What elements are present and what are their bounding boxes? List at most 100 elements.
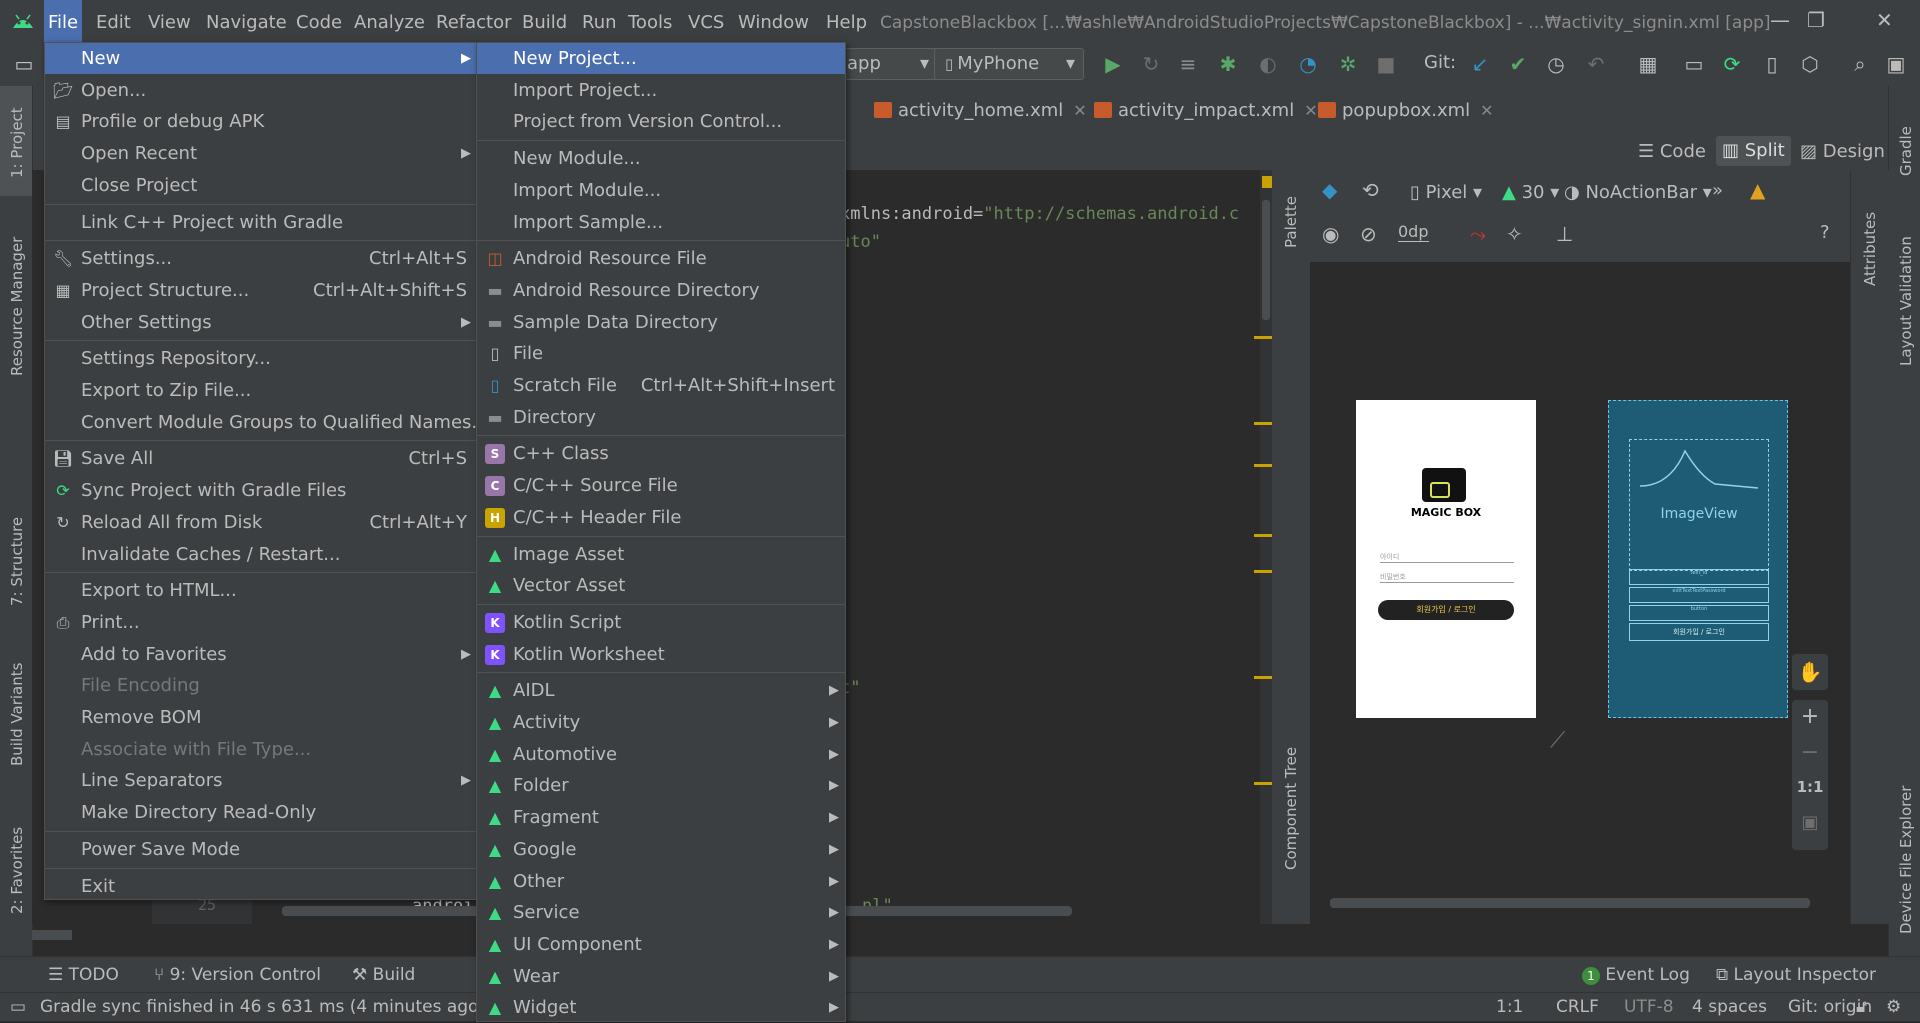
apply-changes-icon[interactable]: ≡ xyxy=(1176,52,1200,76)
device-selector[interactable]: ▯ MyPhone ▾ xyxy=(934,48,1084,80)
build-tool-button[interactable]: ⚒ Build xyxy=(352,965,415,985)
search-icon[interactable]: ⌕ xyxy=(1848,52,1872,76)
pan-tool-icon[interactable]: ✋ xyxy=(1792,654,1828,690)
blueprint-preview[interactable]: ImageView text_id editTextTextPassword b… xyxy=(1608,400,1788,718)
open-folder-icon[interactable]: ▭ xyxy=(12,52,36,76)
menu-item-google[interactable]: ▲ Google ▶ xyxy=(477,834,845,865)
api-dropdown[interactable]: ▲ 30 ▾ xyxy=(1502,182,1559,203)
menu-item-open-recent[interactable]: Open Recent ▶ xyxy=(45,138,477,169)
menu-item-save-all[interactable]: 💾︎ Save All Ctrl+S xyxy=(45,443,477,474)
event-log-button[interactable]: 1 Event Log xyxy=(1582,965,1690,985)
palette-label[interactable]: Palette xyxy=(1282,196,1300,248)
menu-vcs[interactable]: VCS xyxy=(684,0,728,42)
menu-item-export-to-html[interactable]: Export to HTML... xyxy=(45,575,477,606)
magnet-icon[interactable]: ⊘ xyxy=(1360,222,1377,246)
menu-item-new-module[interactable]: New Module... xyxy=(477,143,845,174)
warning-marker[interactable] xyxy=(1254,676,1274,679)
git-commit-icon[interactable]: ✔ xyxy=(1506,52,1530,76)
debug-icon[interactable]: ✱ xyxy=(1216,52,1240,76)
menu-item-c-c-source-file[interactable]: C C/C++ Source File xyxy=(477,470,845,501)
zoom-actual-size-button[interactable]: 1:1 xyxy=(1792,778,1828,796)
build-variants-label[interactable]: Build Variants xyxy=(8,663,26,766)
stop-icon[interactable]: ■ xyxy=(1374,52,1398,76)
menu-item-import-sample[interactable]: Import Sample... xyxy=(477,207,845,238)
resize-handle-icon[interactable]: ⟋ xyxy=(1550,728,1565,753)
menu-item-c-c-header-file[interactable]: H C/C++ Header File xyxy=(477,502,845,533)
minimize-button[interactable]: — xyxy=(1770,8,1790,32)
menu-item-fragment[interactable]: ▲ Fragment ▶ xyxy=(477,802,845,833)
sdk-manager-icon[interactable]: ⬡ xyxy=(1798,52,1822,76)
toggle-tool-windows-icon[interactable]: ▭ xyxy=(10,997,26,1017)
warning-marker-icon[interactable] xyxy=(1262,176,1272,188)
zoom-in-button[interactable]: + xyxy=(1792,704,1828,729)
layout-validation-label[interactable]: Layout Validation xyxy=(1897,236,1915,366)
restore-button[interactable]: ❐ xyxy=(1807,8,1825,32)
rerun-icon[interactable]: ↻ xyxy=(1139,52,1163,76)
close-tab-icon[interactable]: ✕ xyxy=(1073,101,1086,120)
menu-view[interactable]: View xyxy=(144,0,195,42)
menu-item-other[interactable]: ▲ Other ▶ xyxy=(477,866,845,897)
menu-refactor[interactable]: Refactor xyxy=(432,0,516,42)
menu-item-line-separators[interactable]: Line Separators ▶ xyxy=(45,765,477,796)
menu-item-image-asset[interactable]: ▲ Image Asset xyxy=(477,539,845,570)
menu-item-scratch-file[interactable]: ▯ Scratch File Ctrl+Alt+Shift+Insert xyxy=(477,370,845,401)
menu-item-sync-project-with-gradle-files[interactable]: ⟳ Sync Project with Gradle Files xyxy=(45,475,477,506)
menu-item-widget[interactable]: ▲ Widget ▶ xyxy=(477,992,845,1023)
clear-constraints-icon[interactable]: ⤳ xyxy=(1470,222,1486,246)
warning-marker[interactable] xyxy=(1254,422,1274,425)
design-mode-button[interactable]: ▨ Design xyxy=(1800,138,1885,166)
menu-help[interactable]: Help xyxy=(822,0,871,42)
module-selector[interactable]: app ▾ xyxy=(836,48,938,80)
menu-item-settings[interactable]: 🔧︎ Settings... Ctrl+Alt+S xyxy=(45,243,477,274)
close-window-button[interactable]: ✕ xyxy=(1876,8,1893,32)
menu-item-exit[interactable]: Exit xyxy=(45,871,477,902)
menu-item-service[interactable]: ▲ Service ▶ xyxy=(477,897,845,928)
menu-item-open[interactable]: 📂︎ Open... xyxy=(45,75,477,106)
menu-file[interactable]: File xyxy=(44,0,83,42)
favorites-label[interactable]: 2: Favorites xyxy=(8,827,26,914)
menu-edit[interactable]: Edit xyxy=(92,0,135,42)
menu-item-reload-all-from-disk[interactable]: ↻ Reload All from Disk Ctrl+Alt+Y xyxy=(45,507,477,538)
default-margin-field[interactable]: 0dp xyxy=(1398,222,1429,242)
device-dropdown[interactable]: ▯ Pixel ▾ xyxy=(1410,182,1482,203)
menu-item-file[interactable]: ▯ File xyxy=(477,338,845,369)
file-encoding[interactable]: UTF-8 xyxy=(1624,997,1674,1017)
menu-item-folder[interactable]: ▲ Folder ▶ xyxy=(477,770,845,801)
menu-analyze[interactable]: Analyze xyxy=(350,0,429,42)
device-file-explorer-label[interactable]: Device File Explorer xyxy=(1897,786,1915,934)
menu-item-aidl[interactable]: ▲ AIDL ▶ xyxy=(477,675,845,706)
attach-process-icon[interactable]: ✲ xyxy=(1336,52,1360,76)
menu-item-invalidate-caches-restart[interactable]: Invalidate Caches / Restart... xyxy=(45,539,477,570)
lock-icon[interactable]: 🔓︎ xyxy=(1856,997,1867,1017)
split-mode-button[interactable]: ▥ Split xyxy=(1716,136,1791,166)
menu-item-sample-data-directory[interactable]: ▬ Sample Data Directory xyxy=(477,307,845,338)
tab-activity-impact[interactable]: activity_impact.xml ✕ xyxy=(1094,94,1318,128)
todo-tool-button[interactable]: ☰ TODO xyxy=(48,965,119,985)
menu-item-directory[interactable]: ▬ Directory xyxy=(477,402,845,433)
menu-item-convert-module-groups-to-qualified-names[interactable]: Convert Module Groups to Qualified Names… xyxy=(45,407,489,438)
gradle-label[interactable]: Gradle xyxy=(1897,126,1915,176)
menu-item-import-module[interactable]: Import Module... xyxy=(477,175,845,206)
run-icon[interactable]: ▶ xyxy=(1101,52,1125,76)
menu-item-make-directory-read-only[interactable]: Make Directory Read-Only xyxy=(45,797,477,828)
menu-item-remove-bom[interactable]: Remove BOM xyxy=(45,702,477,733)
warning-icon[interactable]: ▲ xyxy=(1750,178,1765,202)
attributes-label[interactable]: Attributes xyxy=(1861,212,1879,286)
menu-item-android-resource-directory[interactable]: ▬ Android Resource Directory xyxy=(477,275,845,306)
zoom-fit-icon[interactable]: ▣ xyxy=(1792,812,1828,833)
orientation-icon[interactable]: ⟲ xyxy=(1362,178,1379,202)
warning-marker[interactable] xyxy=(1254,782,1274,785)
avd-manager-icon[interactable]: ▭ xyxy=(1682,52,1706,76)
profiler-icon[interactable]: ◔ xyxy=(1296,52,1320,76)
warning-marker[interactable] xyxy=(1254,534,1274,537)
menu-item-kotlin-script[interactable]: K Kotlin Script xyxy=(477,607,845,638)
menu-navigate[interactable]: Navigate xyxy=(202,0,291,42)
menu-item-kotlin-worksheet[interactable]: K Kotlin Worksheet xyxy=(477,639,845,670)
git-history-icon[interactable]: ◷ xyxy=(1544,52,1568,76)
warning-marker[interactable] xyxy=(1254,336,1274,339)
menu-item-ui-component[interactable]: ▲ UI Component ▶ xyxy=(477,929,845,960)
component-tree-label[interactable]: Component Tree xyxy=(1282,747,1300,870)
eye-icon[interactable]: ◉ xyxy=(1322,222,1339,246)
menu-window[interactable]: Window xyxy=(734,0,813,42)
layout-inspector-button[interactable]: ⧉ Layout Inspector xyxy=(1716,965,1876,985)
